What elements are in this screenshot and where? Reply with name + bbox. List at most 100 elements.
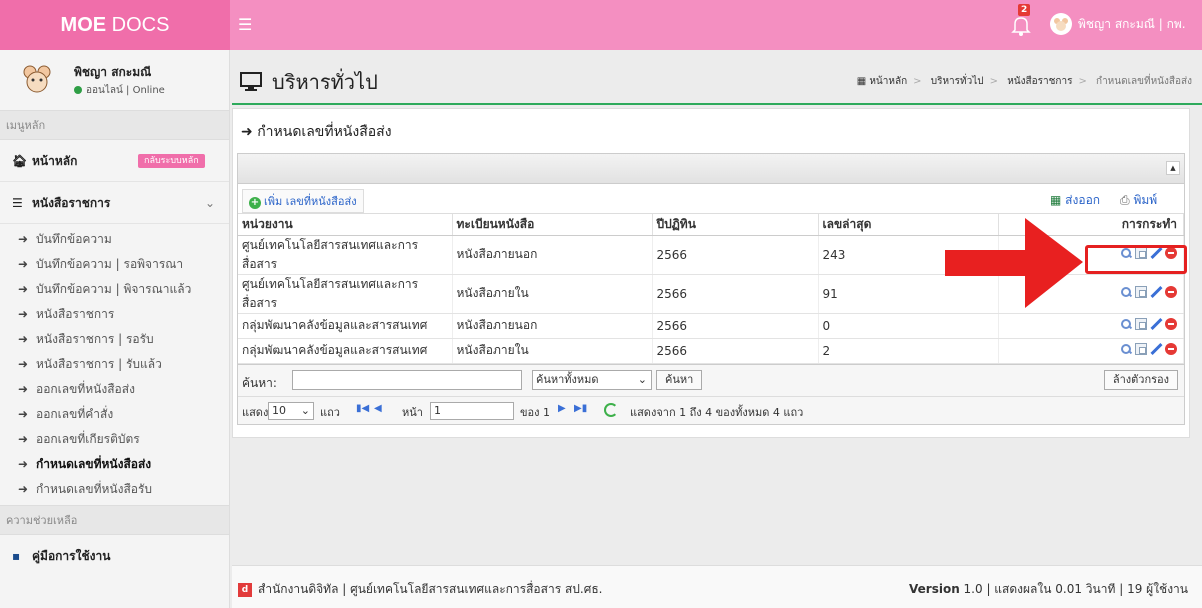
breadcrumb-item[interactable]: บริหารทั่วไป <box>931 76 984 87</box>
first-page-icon[interactable]: ▮◀ <box>356 403 369 414</box>
pagination: แสดง 10 ⌄ แถว ▮◀ ◀ หน้า 1 ของ 1 ▶ ▶▮ แสดง… <box>238 395 1184 424</box>
sidebar-subitem[interactable]: ➜ บันทึกข้อความ <box>0 227 229 252</box>
page-number-input[interactable]: 1 <box>430 401 514 420</box>
footer-stats: Version 1.0 | แสดงผลใน 0.01 วินาที | 19 … <box>909 582 1188 596</box>
sidebar-subitem[interactable]: ➜ ออกเลขที่คำสั่ง <box>0 402 229 427</box>
sidebar-subitem[interactable]: ➜ หนังสือราชการ <box>0 302 229 327</box>
page-size-select[interactable]: 10 ⌄ <box>268 401 314 420</box>
sign-in-arrow-icon: ➜ <box>18 382 29 396</box>
table-cell: หนังสือภายนอก <box>452 235 653 275</box>
chevron-down-icon: ⌄ <box>205 196 216 210</box>
table-cell: กลุ่มพัฒนาคลังข้อมูลและสารสนเทศ <box>238 338 453 364</box>
breadcrumb-current: กำหนดเลขที่หนังสือส่ง <box>1096 76 1192 87</box>
search-input[interactable] <box>292 369 522 390</box>
table-cell: หนังสือภายใน <box>452 274 653 314</box>
section-main-label: เมนูหลัก <box>0 110 229 140</box>
breadcrumb-item[interactable]: หนังสือราชการ <box>1007 76 1072 87</box>
delete-icon[interactable] <box>1165 318 1177 330</box>
sidebar-subitem[interactable]: ➜ บันทึกข้อความ | รอพิจารณา <box>0 252 229 277</box>
chevron-down-icon: ⌄ <box>300 403 310 417</box>
next-page-icon[interactable]: ▶ <box>558 403 566 414</box>
footer-org: d สำนักงานดิจิทัล | ศูนย์เทคโนโลยีสารสนเท… <box>238 580 602 599</box>
notification-badge: 2 <box>1018 4 1031 16</box>
sign-in-arrow-icon: ➜ <box>18 257 29 271</box>
sidebar-subitem[interactable]: ➜ ออกเลขที่หนังสือส่ง <box>0 377 229 402</box>
online-status: ออนไลน์ | Online <box>74 83 165 98</box>
prev-page-icon[interactable]: ◀ <box>374 403 382 414</box>
sidebar-item-documents[interactable]: ☰ หนังสือราชการ ⌄ <box>0 182 229 224</box>
table-cell: 2 <box>818 338 999 364</box>
print-button[interactable]: ⎙ พิมพ์ <box>1120 191 1157 210</box>
section-help-label: ความช่วยเหลือ <box>0 505 229 535</box>
excel-icon: ▦ <box>1050 193 1062 207</box>
edit-icon[interactable] <box>1150 286 1162 298</box>
table-cell: 2566 <box>652 338 819 364</box>
row-actions <box>998 338 1184 364</box>
sidebar-subitem[interactable]: ➜ กำหนดเลขที่หนังสือรับ <box>0 477 229 502</box>
sign-in-arrow-icon: ➜ <box>18 432 29 446</box>
list-icon: ☰ <box>12 196 23 210</box>
sidebar-subitem[interactable]: ➜ บันทึกข้อความ | พิจารณาแล้ว <box>0 277 229 302</box>
sidebar-item-manual[interactable]: ▪ คู่มือการใช้งาน <box>0 535 229 577</box>
sign-in-arrow-icon: ➜ <box>18 332 29 346</box>
sidebar-item-home[interactable]: 🏠︎ หน้าหลัก กลับระบบหลัก <box>0 140 229 182</box>
menu-toggle-icon[interactable]: ☰ <box>238 15 252 34</box>
edit-icon[interactable] <box>1150 343 1162 355</box>
pager-summary: แสดงจาก 1 ถึง 4 ของทั้งหมด 4 แถว <box>630 405 804 419</box>
refresh-icon[interactable] <box>604 402 618 417</box>
search-button[interactable]: ค้นหา <box>656 369 703 390</box>
copy-icon[interactable] <box>1135 343 1147 355</box>
sidebar-user-name: พิชญา สกะมณี <box>74 65 152 79</box>
delete-icon[interactable] <box>1165 343 1177 355</box>
copy-icon[interactable] <box>1135 286 1147 298</box>
column-header[interactable]: ทะเบียนหนังสือ <box>452 214 653 236</box>
column-header[interactable]: หน่วยงาน <box>238 214 453 236</box>
breadcrumb: ▦ หน้าหลัก > บริหารทั่วไป > หนังสือราชการ >… <box>856 76 1192 87</box>
plus-icon: + <box>249 197 261 209</box>
last-page-icon[interactable]: ▶▮ <box>574 403 587 414</box>
top-navbar: MOE DOCS ☰ 2 พิชญา สกะมณี | กพ. <box>0 0 1202 50</box>
sign-in-arrow-icon: ➜ <box>241 124 253 140</box>
avatar <box>1050 13 1072 35</box>
sign-in-arrow-icon: ➜ <box>18 357 29 371</box>
sidebar-submenu: ➜ บันทึกข้อความ ➜ บันทึกข้อความ | รอพิจารณา… <box>0 224 229 502</box>
column-header[interactable]: ปีปฏิทิน <box>652 214 819 236</box>
edit-icon[interactable] <box>1150 318 1162 330</box>
user-label: พิชญา สกะมณี | กพ. <box>1078 16 1186 31</box>
clear-filter-button[interactable]: ล้างตัวกรอง <box>1103 369 1178 390</box>
table-row[interactable]: กลุ่มพัฒนาคลังข้อมูลและสารสนเทศ หนังสือภา… <box>238 338 1184 364</box>
book-icon: ▪ <box>12 549 21 563</box>
sidebar-subitem[interactable]: ➜ หนังสือราชการ | รับแล้ว <box>0 352 229 377</box>
home-icon: 🏠︎ <box>12 154 28 168</box>
sidebar-subitem[interactable]: ➜ ออกเลขที่เกียรติบัตร <box>0 427 229 452</box>
pager-page-label: หน้า <box>402 405 423 419</box>
table-cell: หนังสือภายนอก <box>452 313 653 339</box>
sidebar-subitem[interactable]: ➜ กำหนดเลขที่หนังสือส่ง <box>0 452 229 477</box>
grid-caption: ▲ <box>238 154 1184 184</box>
delete-icon[interactable] <box>1165 286 1177 298</box>
breadcrumb-item[interactable]: หน้าหลัก <box>869 76 907 87</box>
export-button[interactable]: ▦ ส่งออก <box>1050 191 1100 210</box>
org-logo-icon: d <box>238 582 252 597</box>
pager-rows-label: แถว <box>320 405 340 419</box>
view-icon[interactable] <box>1120 318 1132 330</box>
collapse-toggle-icon[interactable]: ▲ <box>1166 161 1180 175</box>
sidebar-subitem[interactable]: ➜ หนังสือราชการ | รอรับ <box>0 327 229 352</box>
panel-title: ➜ กำหนดเลขที่หนังสือส่ง <box>241 124 392 140</box>
sign-in-arrow-icon: ➜ <box>18 282 29 296</box>
add-number-button[interactable]: + เพิ่ม เลขที่หนังสือส่ง <box>242 189 364 213</box>
content-header: บริหารทั่วไป ▦ หน้าหลัก > บริหารทั่วไป > ห… <box>232 50 1202 105</box>
chevron-down-icon: ⌄ <box>637 372 647 386</box>
avatar <box>23 65 51 93</box>
table-cell: 2566 <box>652 313 819 339</box>
search-scope-select[interactable]: ค้นหาทั้งหมด ⌄ <box>532 369 652 390</box>
back-to-main-button[interactable]: กลับระบบหลัก <box>138 154 205 168</box>
table-cell: กลุ่มพัฒนาคลังข้อมูลและสารสนเทศ <box>238 313 453 339</box>
view-icon[interactable] <box>1120 343 1132 355</box>
pager-show-label: แสดง <box>242 405 269 419</box>
user-menu[interactable]: พิชญา สกะมณี | กพ. <box>1050 13 1186 35</box>
sitemap-icon: ▦ <box>856 76 867 87</box>
brand-logo[interactable]: MOE DOCS <box>0 0 230 50</box>
copy-icon[interactable] <box>1135 318 1147 330</box>
view-icon[interactable] <box>1120 286 1132 298</box>
